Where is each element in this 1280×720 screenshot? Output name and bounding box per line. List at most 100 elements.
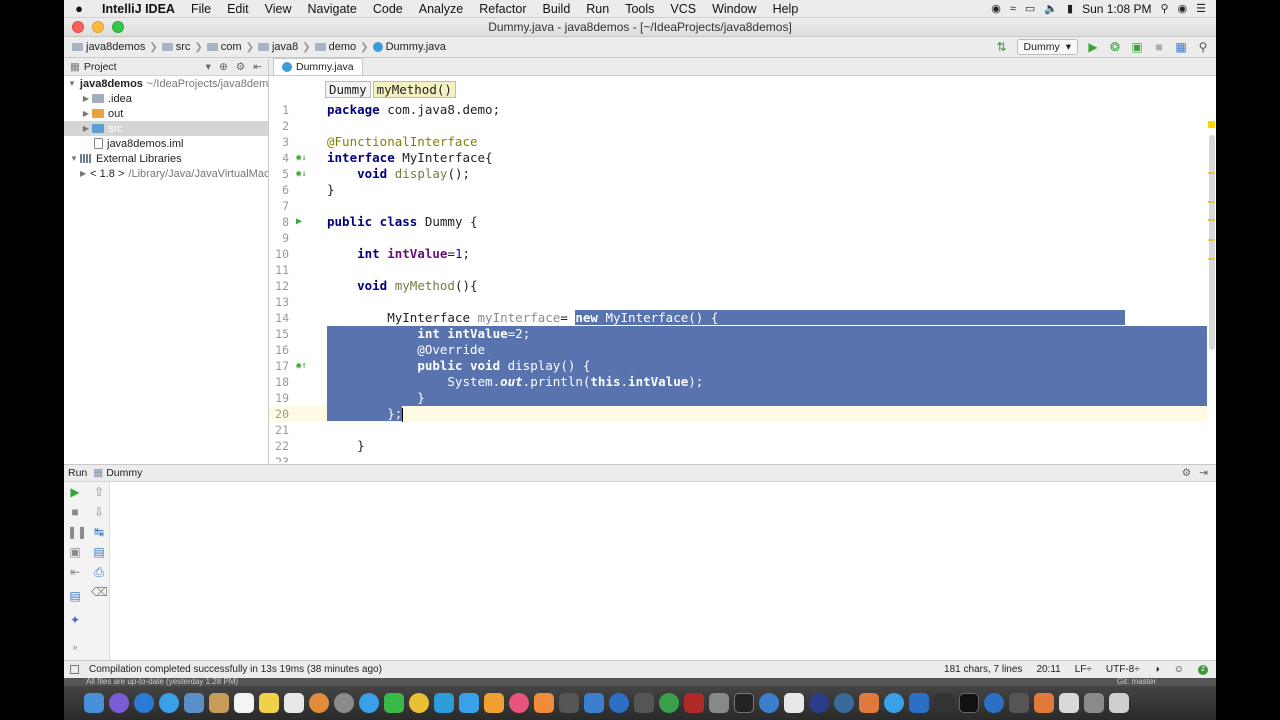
hector-icon[interactable]: ☺ bbox=[1174, 664, 1184, 675]
activity-monitor-icon[interactable] bbox=[934, 693, 954, 713]
minimize-window-button[interactable] bbox=[92, 21, 104, 33]
line-separator[interactable]: LF÷ bbox=[1075, 664, 1092, 675]
expand-right-icon[interactable]: ▶ bbox=[80, 124, 92, 133]
code-area[interactable]: 1 package com.java8.demo; 2 3 @FunctionalI… bbox=[269, 102, 1207, 462]
netbeans-icon[interactable] bbox=[834, 693, 854, 713]
spotlight-icon[interactable]: ⚲ bbox=[1160, 2, 1168, 15]
tab-dummy-java[interactable]: Dummy.java bbox=[273, 58, 363, 75]
file-encoding[interactable]: UTF-8÷ bbox=[1106, 664, 1140, 675]
layout-icon[interactable]: ▤ bbox=[67, 589, 83, 603]
expand-down-icon[interactable]: ▼ bbox=[68, 79, 76, 88]
mail-icon[interactable] bbox=[184, 693, 204, 713]
hide-icon[interactable]: ⇤ bbox=[253, 61, 262, 73]
tree-item-external-libraries[interactable]: ▼ External Libraries bbox=[64, 151, 268, 166]
expand-right-icon[interactable]: ▶ bbox=[80, 94, 92, 103]
tree-item-iml[interactable]: java8demos.iml bbox=[64, 136, 268, 151]
dropdown-icon[interactable]: ▾ bbox=[206, 61, 211, 73]
hide-icon[interactable]: ⇥ bbox=[1199, 467, 1208, 479]
project-structure-icon[interactable]: ▦ bbox=[1174, 40, 1188, 54]
tree-item-jdk[interactable]: ▶ < 1.8 > /Library/Java/JavaVirtualMachi… bbox=[64, 166, 268, 181]
keychain-icon[interactable] bbox=[759, 693, 779, 713]
breadcrumb-com[interactable]: com ❯ bbox=[206, 41, 258, 53]
itunes-icon[interactable] bbox=[509, 693, 529, 713]
ibooks-icon[interactable] bbox=[534, 693, 554, 713]
menu-edit[interactable]: Edit bbox=[219, 2, 257, 16]
implemented-gutter-icon[interactable]: ◉↓ bbox=[296, 150, 316, 166]
disk-utility-icon[interactable] bbox=[709, 693, 729, 713]
breadcrumb-java8demos[interactable]: java8demos ❯ bbox=[72, 41, 162, 53]
menu-analyze[interactable]: Analyze bbox=[411, 2, 471, 16]
project-panel-title[interactable]: Project bbox=[84, 61, 117, 73]
editor-crumb-class[interactable]: Dummy bbox=[325, 81, 371, 98]
run-panel-title[interactable]: Run bbox=[68, 467, 87, 479]
messages-icon[interactable] bbox=[359, 693, 379, 713]
acrobat-icon[interactable] bbox=[684, 693, 704, 713]
tool-windows-icon[interactable] bbox=[70, 665, 79, 674]
inspection-status-icon[interactable] bbox=[1208, 121, 1215, 128]
maps-icon[interactable] bbox=[434, 693, 454, 713]
run-config-select[interactable]: Dummy ▾ bbox=[1016, 39, 1078, 55]
apple-icon[interactable]: ● bbox=[64, 1, 94, 16]
status-message[interactable]: Compilation completed successfully in 13… bbox=[89, 664, 382, 675]
menu-tools[interactable]: Tools bbox=[617, 2, 662, 16]
breadcrumb-src[interactable]: src ❯ bbox=[161, 41, 207, 53]
lock-icon[interactable]: ◑ bbox=[1154, 664, 1160, 675]
skype-icon[interactable] bbox=[884, 693, 904, 713]
notes-icon[interactable] bbox=[259, 693, 279, 713]
error-stripe-mark[interactable] bbox=[1208, 258, 1215, 260]
wifi-icon[interactable]: ≈ bbox=[1010, 3, 1016, 15]
siri-icon[interactable] bbox=[109, 693, 129, 713]
error-stripe-mark[interactable] bbox=[1208, 172, 1215, 174]
notification-center-icon[interactable]: ☰ bbox=[1196, 2, 1206, 15]
error-stripe-mark[interactable] bbox=[1208, 239, 1215, 241]
documents-folder-icon[interactable] bbox=[1059, 693, 1079, 713]
siri-icon[interactable]: ◉ bbox=[1178, 2, 1188, 15]
contacts-icon[interactable] bbox=[209, 693, 229, 713]
launchpad-icon[interactable] bbox=[134, 693, 154, 713]
menu-window[interactable]: Window bbox=[704, 2, 764, 16]
keynote-icon[interactable] bbox=[484, 693, 504, 713]
safari-icon[interactable] bbox=[159, 693, 179, 713]
clock[interactable]: Sun 1:08 PM bbox=[1082, 2, 1151, 16]
reminders-icon[interactable] bbox=[284, 693, 304, 713]
scroll-to-end-icon[interactable]: ▤ bbox=[91, 545, 107, 559]
menu-code[interactable]: Code bbox=[365, 2, 411, 16]
event-log-icon[interactable]: 2 bbox=[1198, 664, 1208, 675]
error-stripe-mark[interactable] bbox=[1208, 219, 1215, 221]
rerun-icon[interactable]: ▶ bbox=[67, 485, 83, 499]
photos-icon[interactable] bbox=[309, 693, 329, 713]
xcode-icon[interactable] bbox=[609, 693, 629, 713]
help-icon[interactable] bbox=[559, 693, 579, 713]
run-gutter-icon[interactable]: ▶ bbox=[296, 214, 316, 230]
downloads-folder-icon[interactable] bbox=[1084, 693, 1104, 713]
airplay-icon[interactable]: ▭ bbox=[1025, 2, 1035, 15]
numbers-icon[interactable] bbox=[459, 693, 479, 713]
menu-vcs[interactable]: VCS bbox=[662, 2, 704, 16]
chrome-icon[interactable] bbox=[409, 693, 429, 713]
intellij-icon[interactable] bbox=[959, 693, 979, 713]
tree-root[interactable]: ▼ java8demos ~/IdeaProjects/java8demos bbox=[64, 76, 268, 91]
soft-wrap-icon[interactable]: ↹ bbox=[91, 525, 107, 539]
quicktime-icon[interactable] bbox=[984, 693, 1004, 713]
menu-build[interactable]: Build bbox=[534, 2, 578, 16]
gear-icon[interactable]: ⚙ bbox=[236, 61, 245, 73]
scroll-from-source-icon[interactable]: ⊕ bbox=[219, 61, 228, 73]
help-icon[interactable] bbox=[634, 693, 654, 713]
coverage-icon[interactable]: ▣ bbox=[1130, 40, 1144, 54]
code-editor[interactable]: Dummy.java Dummy myMethod() 1 package com… bbox=[269, 58, 1216, 464]
scroll-thumb[interactable] bbox=[1209, 135, 1215, 350]
volume-icon[interactable]: 🔈 bbox=[1044, 2, 1058, 15]
trash-icon[interactable]: ⌫ bbox=[91, 585, 108, 599]
expand-down-icon[interactable]: ▼ bbox=[68, 154, 80, 163]
expand-right-icon[interactable]: ▶ bbox=[80, 109, 92, 118]
implemented-gutter-icon[interactable]: ◉↓ bbox=[296, 166, 316, 182]
menu-view[interactable]: View bbox=[257, 2, 300, 16]
editor-scrollbar[interactable] bbox=[1208, 59, 1216, 464]
vscode-icon[interactable] bbox=[909, 693, 929, 713]
calendar-icon[interactable] bbox=[234, 693, 254, 713]
caret-position[interactable]: 20:11 bbox=[1036, 664, 1060, 675]
breadcrumb-demo[interactable]: demo ❯ bbox=[314, 41, 373, 53]
system-preferences-icon[interactable] bbox=[334, 693, 354, 713]
tree-item-idea[interactable]: ▶ .idea bbox=[64, 91, 268, 106]
more-icon[interactable]: » bbox=[67, 642, 83, 652]
